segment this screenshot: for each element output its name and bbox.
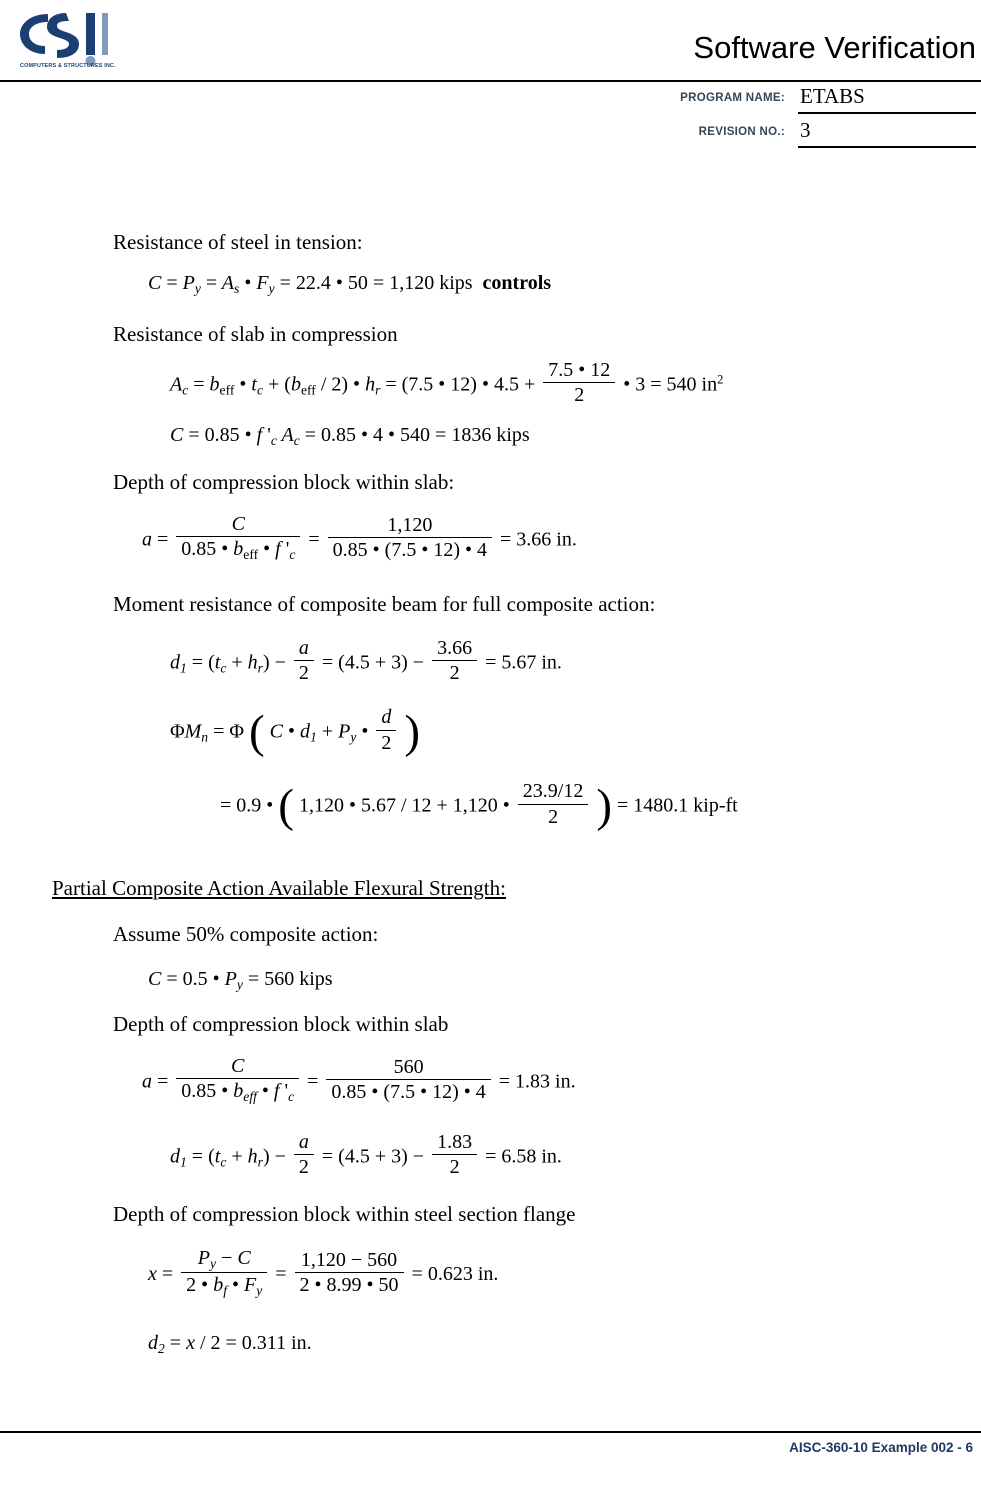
paragraph-moment-resistance-full: Moment resistance of composite beam for … — [113, 592, 656, 616]
equation-d1-full: d1 = (tc + hr) − a2 = (4.5 + 3) − 3.66 2 … — [170, 637, 562, 685]
equation-x-flange: x = Py − C2 • bf • Fy = 1,120 − 560 2 • 8… — [148, 1247, 499, 1298]
footer-reference: AISC-360-10 Example 002 - 6 — [789, 1440, 973, 1455]
program-name-underline — [798, 112, 976, 114]
document-title: Software Verification — [693, 30, 976, 65]
revision-no-label: REVISION NO.: — [698, 126, 785, 138]
paragraph-resistance-slab-compression: Resistance of slab in compression — [113, 322, 398, 346]
equation-d1-partial: d1 = (tc + hr) − a2 = (4.5 + 3) − 1.83 2 … — [170, 1131, 562, 1179]
paragraph-depth-compression-flange: Depth of compression block within steel … — [113, 1202, 576, 1226]
revision-no-underline — [798, 146, 976, 148]
csi-logo: COMPUTERS & STRUCTURES INC. — [14, 8, 134, 70]
paragraph-depth-compression-slab-partial: Depth of compression block within slab — [113, 1012, 449, 1036]
equation-phi-mn-line1: ΦMn = Φ ( C • d1 + Py • d2 ) — [170, 705, 421, 758]
page-header: COMPUTERS & STRUCTURES INC. Software Ver… — [0, 0, 981, 150]
equation-c-partial: C = 0.5 • Py = 560 kips — [148, 968, 333, 992]
equation-slab-compression-force: C = 0.85 • f 'c Ac = 0.85 • 4 • 540 = 18… — [170, 424, 530, 448]
svg-text:COMPUTERS & STRUCTURES INC.: COMPUTERS & STRUCTURES INC. — [20, 63, 116, 69]
paragraph-depth-compression-slab-full: Depth of compression block within slab: — [113, 470, 455, 494]
paragraph-assume-50-percent: Assume 50% composite action: — [113, 922, 379, 946]
program-name-label: PROGRAM NAME: — [680, 92, 785, 104]
equation-a-full: a = C 0.85 • beff • f 'c = 1,120 0.85 • (7… — [142, 513, 577, 563]
equation-steel-tension: C = Py = As • Fy = 22.4 • 50 = 1,120 kip… — [148, 272, 552, 296]
equation-a-partial: a = C 0.85 • beff • f 'c = 560 0.85 • (7.5… — [142, 1055, 576, 1105]
equation-phi-mn-line2: = 0.9 • ( 1,120 • 5.67 / 12 + 1,120 • 23… — [220, 779, 738, 832]
program-name-value: ETABS — [800, 84, 865, 108]
equation-slab-area: Ac = beff • tc + (beff / 2) • hr = (7.5 … — [170, 359, 724, 407]
footer-divider — [0, 1431, 981, 1433]
header-divider — [0, 80, 981, 82]
equation-d2: d2 = x / 2 = 0.311 in. — [148, 1332, 312, 1356]
revision-no-value: 3 — [800, 118, 811, 142]
paragraph-resistance-steel-tension: Resistance of steel in tension: — [113, 230, 363, 254]
heading-partial-composite-action: Partial Composite Action Available Flexu… — [52, 876, 506, 900]
